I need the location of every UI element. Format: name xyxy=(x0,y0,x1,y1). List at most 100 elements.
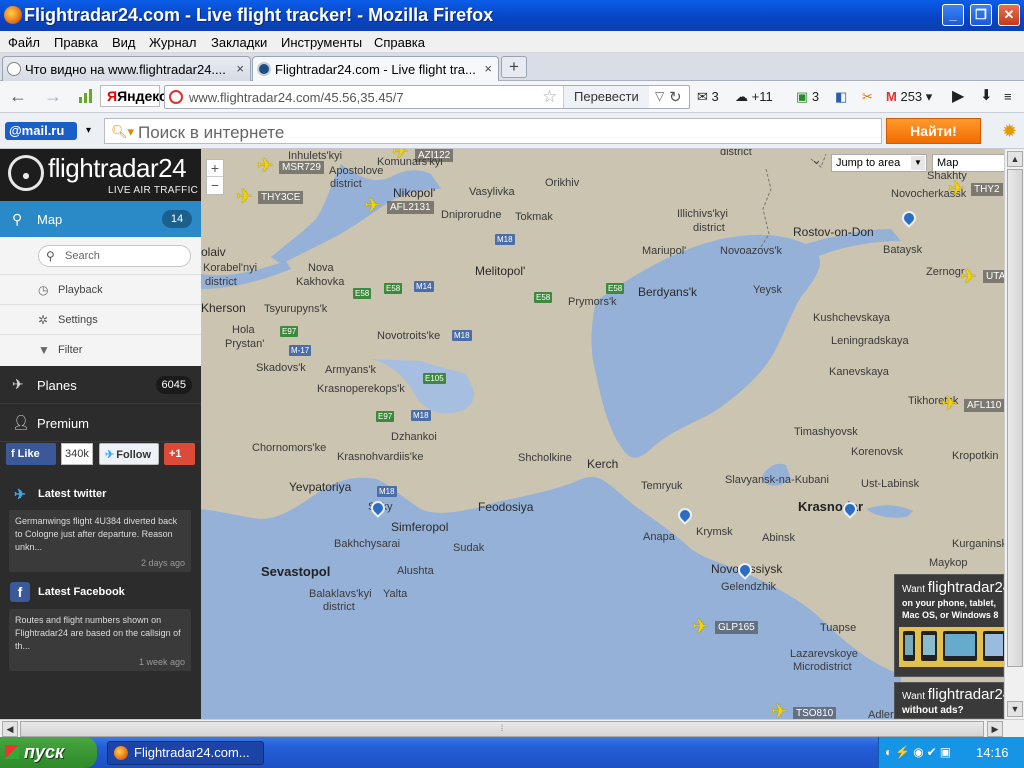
facebook-card[interactable]: Routes and flight numbers shown on Fligh… xyxy=(9,609,191,671)
scroll-thumb[interactable]: ⁞ xyxy=(20,721,984,737)
social-icon[interactable]: ◧ xyxy=(835,89,847,105)
sidebar-item-filter[interactable]: ▼ Filter xyxy=(0,334,201,364)
flight-map[interactable]: + − ⌄ Jump to area ▼ Map Inhulets'kyi Kom… xyxy=(201,149,1004,719)
url-text[interactable]: www.flightradar24.com/45.56,35.45/7 xyxy=(189,90,404,105)
flight-tag[interactable]: MSR729 xyxy=(279,161,324,174)
sidebar-item-playback[interactable]: ◷ Playback xyxy=(0,274,201,304)
menu-file[interactable]: Файл xyxy=(8,35,40,50)
play-icon[interactable]: ▶ xyxy=(952,86,964,106)
road-label: E58 xyxy=(384,283,403,294)
menu-view[interactable]: Вид xyxy=(112,35,136,50)
messages-widget[interactable]: ▣ 3 xyxy=(796,89,819,105)
download-icon[interactable]: ⬇ xyxy=(980,86,993,104)
maximize-button[interactable]: ❐ xyxy=(970,4,992,26)
sidebar-item-planes[interactable]: ✈ Planes 6045 xyxy=(0,366,201,404)
scroll-down-icon[interactable]: ▼ xyxy=(1007,701,1023,717)
menu-tools[interactable]: Инструменты xyxy=(281,35,362,50)
map-label: Melitopol' xyxy=(475,264,526,278)
menu-icon[interactable]: ≡ xyxy=(1004,89,1012,104)
google-plus-button[interactable]: +1 xyxy=(164,443,195,465)
web-search-input[interactable]: 🔍︎▾ Поиск в интернете xyxy=(104,118,882,144)
horizontal-scrollbar[interactable]: ◀ ⁞ ▶ xyxy=(0,719,1024,737)
plane-icon[interactable]: ✈ xyxy=(392,149,409,162)
zoom-out-button[interactable]: − xyxy=(207,177,223,194)
taskbar-window-firefox[interactable]: Flightradar24.com... xyxy=(107,741,264,765)
like-count: 340k xyxy=(61,443,93,465)
gmail-widget[interactable]: M 253 ▾ xyxy=(886,89,932,105)
vertical-scrollbar[interactable]: ▲ ▼ xyxy=(1004,149,1024,719)
twitter-follow-button[interactable]: ✈ Follow xyxy=(99,443,159,465)
map-label: Sudak xyxy=(453,542,485,554)
jump-to-area-select[interactable]: Jump to area ▼ xyxy=(831,154,927,172)
find-button[interactable]: Найти! xyxy=(886,118,981,144)
menu-help[interactable]: Справка xyxy=(374,35,425,50)
map-label: Tokmak xyxy=(515,211,553,223)
plane-icon[interactable]: ✈ xyxy=(364,196,381,216)
social-buttons: f Like 340k ✈ Follow +1 xyxy=(0,440,201,470)
ad-free-promo-banner[interactable]: Want flightradar24 without ads? xyxy=(894,682,1004,719)
chevron-down-icon[interactable]: ▾ xyxy=(86,125,91,136)
search-engine-icon[interactable]: 🔍︎▾ xyxy=(111,124,134,140)
sidebar-item-label: Premium xyxy=(37,416,90,431)
flightradar-logo[interactable]: flightradar24 LIVE AIR TRAFFIC xyxy=(0,149,201,201)
flight-tag[interactable]: GLP165 xyxy=(715,621,758,634)
bookmark-star-icon[interactable]: ☆ xyxy=(542,87,557,107)
new-tab-button[interactable]: + xyxy=(501,56,527,78)
menu-history[interactable]: Журнал xyxy=(149,35,196,50)
cart-icon[interactable]: ✂ xyxy=(862,89,873,105)
start-button[interactable]: пуск xyxy=(0,737,97,768)
zoom-in-button[interactable]: + xyxy=(207,160,223,177)
plane-icon[interactable]: ✈ xyxy=(236,187,253,207)
twitter-card[interactable]: Germanwings flight 4U384 diverted back t… xyxy=(9,510,191,572)
gear-icon: ✲ xyxy=(38,313,49,327)
minimize-button[interactable]: _ xyxy=(942,4,964,26)
clock-icon: ◷ xyxy=(38,283,49,297)
site-identity-icon[interactable] xyxy=(169,90,183,104)
scroll-up-icon[interactable]: ▲ xyxy=(1007,151,1023,167)
flight-tag[interactable]: UTA xyxy=(983,270,1004,283)
close-button[interactable]: ✕ xyxy=(998,4,1020,26)
forward-icon[interactable]: → xyxy=(44,86,62,107)
scroll-left-icon[interactable]: ◀ xyxy=(2,721,18,737)
reload-icon[interactable]: ↻ xyxy=(669,88,682,106)
collapse-icon[interactable]: ⌄ xyxy=(811,152,822,168)
messages-count: 3 xyxy=(811,89,820,104)
menu-edit[interactable]: Правка xyxy=(54,35,98,50)
back-icon[interactable]: ← xyxy=(9,86,27,107)
plane-icon[interactable]: ✈ xyxy=(771,702,788,719)
flight-tag[interactable]: THY2 xyxy=(971,183,1003,196)
weather-widget[interactable]: ☁ +11 xyxy=(735,89,773,105)
tab-flightradar[interactable]: Flightradar24.com - Live flight tra... × xyxy=(252,56,499,81)
plane-icon[interactable]: ✈ xyxy=(948,179,965,199)
flight-search-input[interactable]: ⚲ Search xyxy=(38,245,191,267)
sidebar-item-settings[interactable]: ✲ Settings xyxy=(0,304,201,334)
tab-what-visible[interactable]: Что видно на www.flightradar24.... × xyxy=(2,56,251,81)
sidebar-item-premium[interactable]: 👤︎ Premium xyxy=(0,404,201,442)
scroll-right-icon[interactable]: ▶ xyxy=(987,721,1003,737)
mailru-logo[interactable]: @mail.ru xyxy=(5,122,77,140)
address-bar[interactable]: www.flightradar24.com/45.56,35.45/7 ☆ Пе… xyxy=(164,85,690,109)
plane-icon[interactable]: ✈ xyxy=(960,267,977,287)
facebook-like-button[interactable]: f Like xyxy=(6,443,56,465)
mail-widget[interactable]: ✉ 3 xyxy=(697,89,719,105)
flight-tag[interactable]: AZI122 xyxy=(415,149,454,162)
sidebar-item-map[interactable]: ⚲ Map 14 xyxy=(0,201,201,237)
plane-icon[interactable]: ✈ xyxy=(941,394,958,414)
plane-icon[interactable]: ✈ xyxy=(257,156,274,176)
close-tab-icon[interactable]: × xyxy=(484,61,492,76)
flight-tag[interactable]: AFL110 xyxy=(964,399,1004,412)
plane-icon[interactable]: ✈ xyxy=(692,617,709,637)
flight-tag[interactable]: TSO810 xyxy=(793,707,837,719)
flight-tag[interactable]: AFL2131 xyxy=(387,201,434,214)
scroll-thumb[interactable] xyxy=(1007,169,1023,667)
tray-icons[interactable]: ◐⚡◉✔▣ xyxy=(885,745,954,759)
yandex-button[interactable]: ЯЯндекс xyxy=(100,85,167,107)
translate-button[interactable]: Перевести xyxy=(563,86,649,108)
dropdown-arrow-icon[interactable]: ▽ xyxy=(655,89,664,103)
flight-tag[interactable]: THY3CE xyxy=(258,191,304,204)
close-tab-icon[interactable]: × xyxy=(236,61,244,76)
map-label: district xyxy=(693,222,725,234)
menu-bookmarks[interactable]: Закладки xyxy=(211,35,267,50)
app-promo-banner[interactable]: Want flightradar24 on your phone, tablet… xyxy=(894,574,1004,677)
gear-icon[interactable]: ✹ xyxy=(1002,121,1017,142)
